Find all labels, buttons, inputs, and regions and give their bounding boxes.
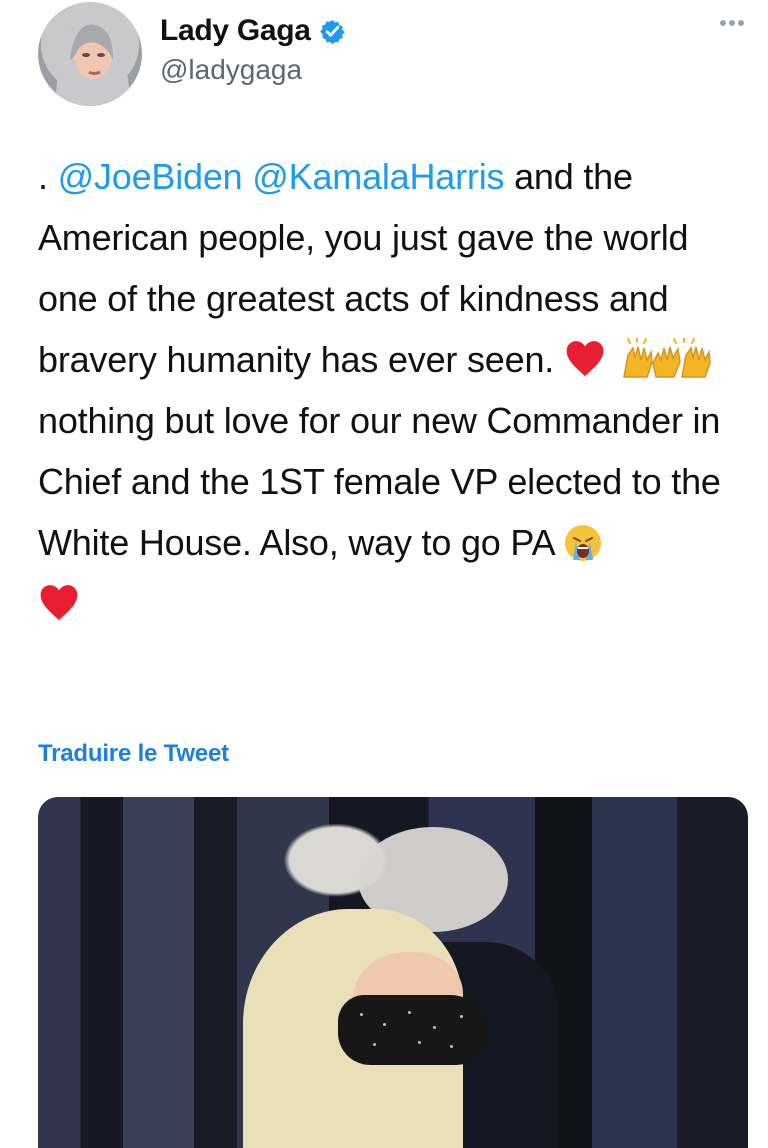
red-heart-emoji <box>40 585 78 621</box>
display-name[interactable]: Lady Gaga <box>160 14 311 48</box>
raising-hands-emoji <box>622 338 711 378</box>
avatar[interactable] <box>38 2 142 106</box>
red-heart-emoji <box>566 341 604 377</box>
tweet-header: Lady Gaga @ladygaga <box>0 0 768 120</box>
display-name-row[interactable]: Lady Gaga <box>160 14 346 48</box>
tweet-text-part: . <box>38 156 58 197</box>
sparkly-face-mask <box>338 995 488 1065</box>
more-options-icon[interactable] <box>720 20 744 28</box>
translate-tweet-link[interactable]: Traduire le Tweet <box>38 740 229 768</box>
tweet-text: . @JoeBiden @KamalaHarris and the Americ… <box>38 146 738 634</box>
mention-kamalaharris[interactable]: @KamalaHarris <box>252 156 504 197</box>
mention-joebiden[interactable]: @JoeBiden <box>58 156 243 197</box>
tweet-text-part: nothing but love for our new Commander i… <box>38 400 721 563</box>
verified-badge-icon <box>319 19 345 44</box>
loudly-crying-face-emoji <box>565 525 602 561</box>
tweet-media-photo[interactable] <box>38 797 748 1148</box>
user-handle[interactable]: @ladygaga <box>160 54 302 86</box>
